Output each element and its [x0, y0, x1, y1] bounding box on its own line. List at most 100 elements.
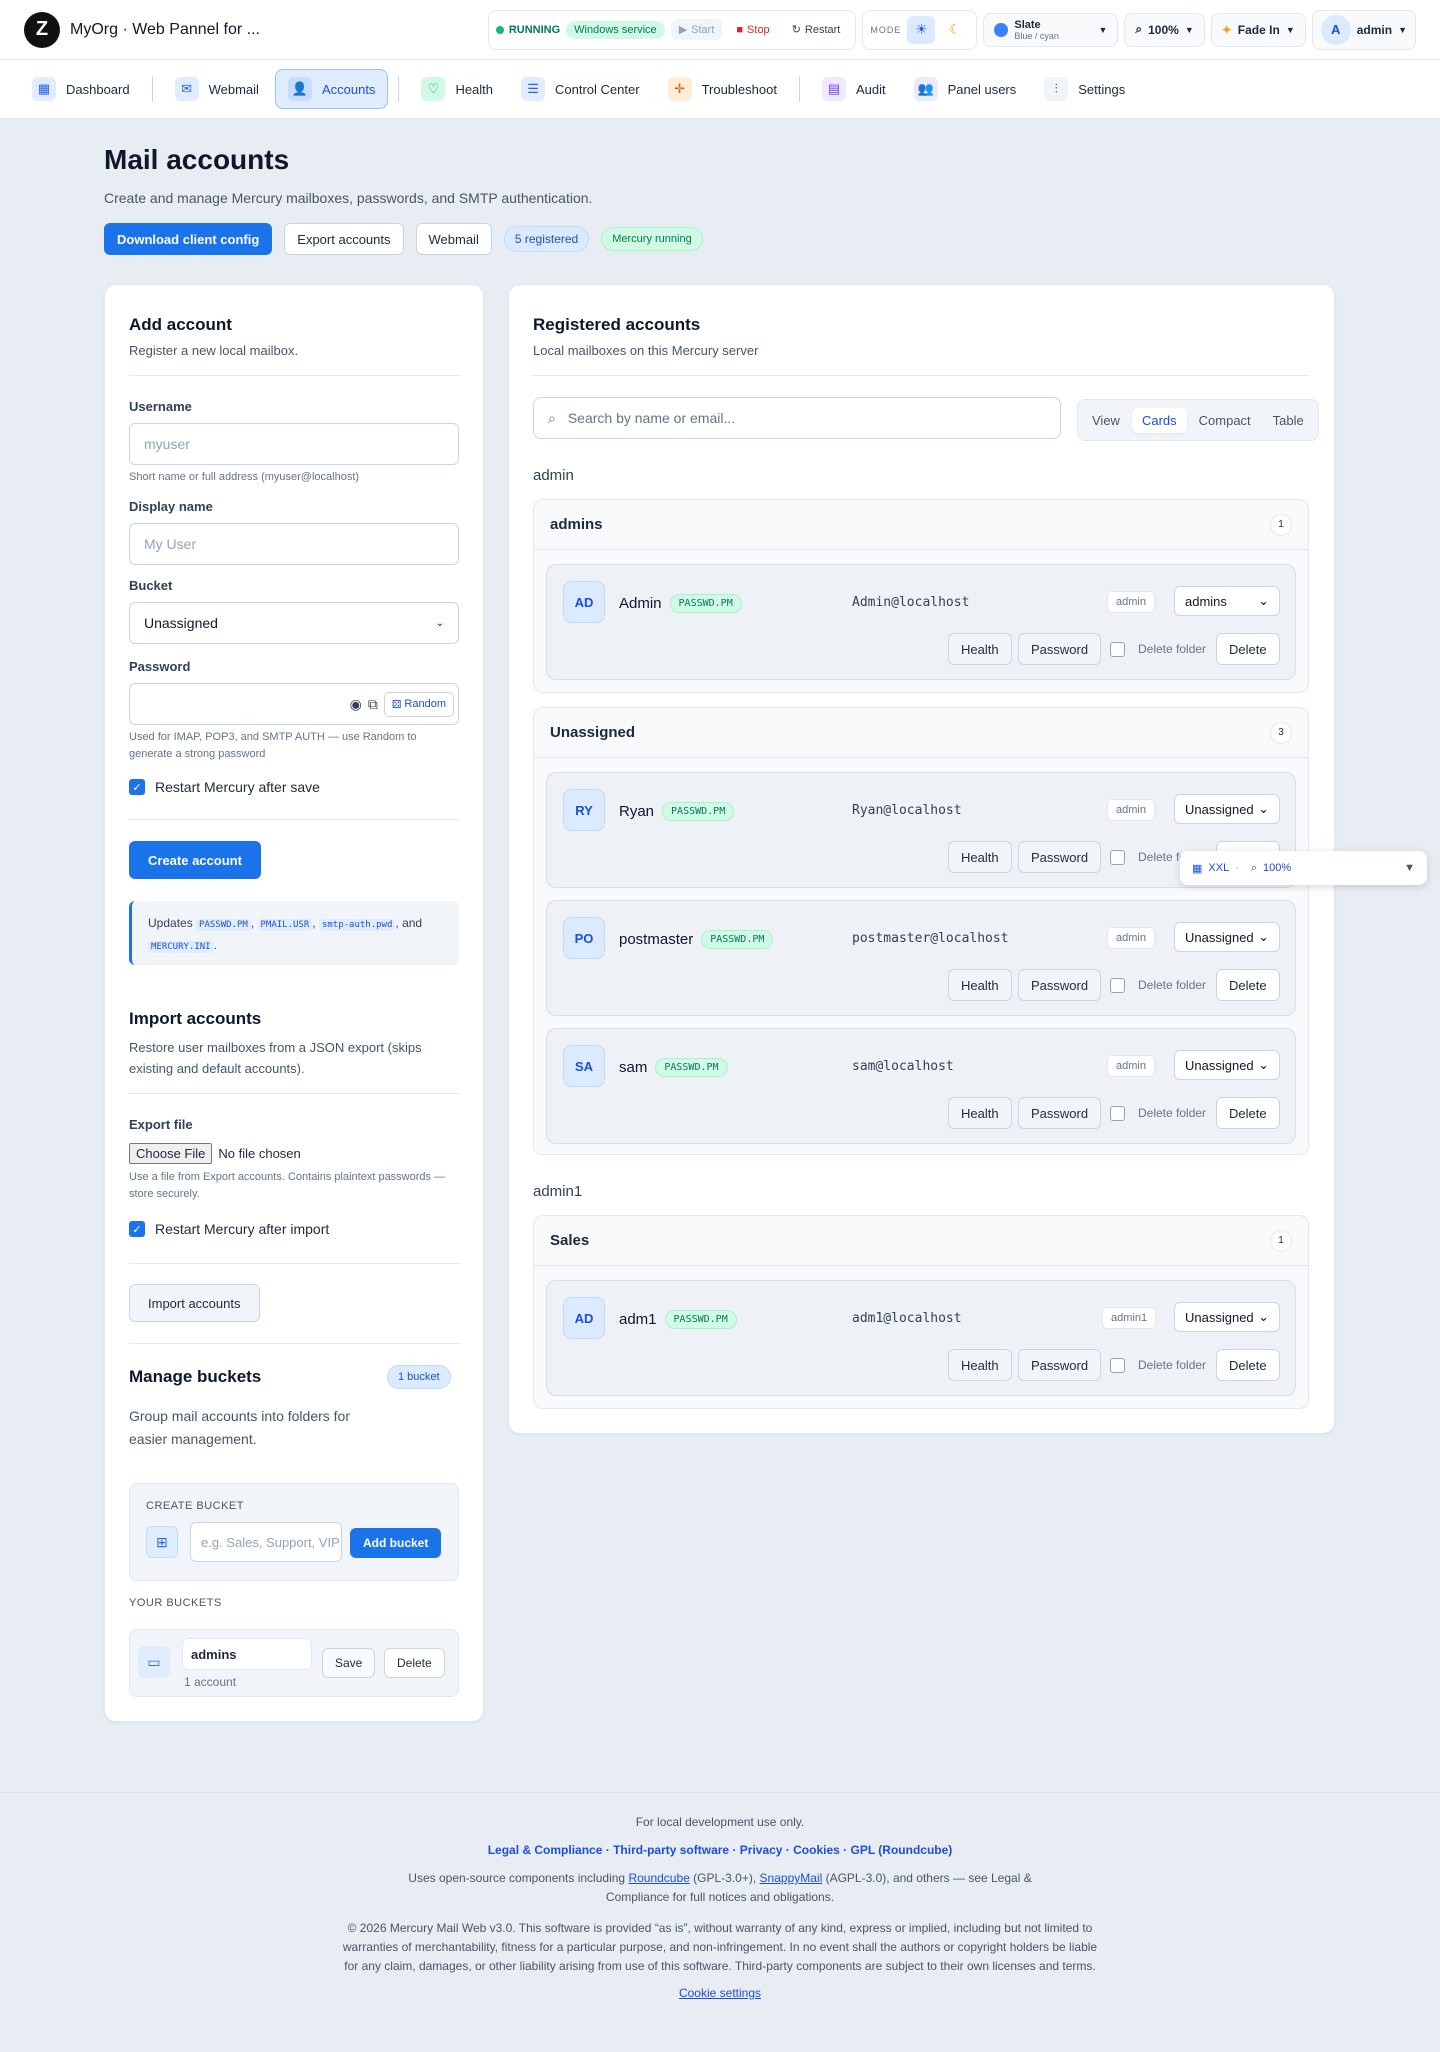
- footer-links: Legal & Compliance · Third-party softwar…: [487, 1843, 953, 1857]
- chevron-down-icon: ⌄: [1258, 1309, 1269, 1324]
- account-card: AD adm1 PASSWD.PM adm1@localhost admin1 U…: [546, 1280, 1296, 1396]
- roundcube-link[interactable]: Roundcube: [628, 1871, 689, 1885]
- account-bucket-select[interactable]: Unassigned ⌄: [1174, 922, 1280, 952]
- nav-health[interactable]: ♡ Health: [409, 69, 505, 109]
- bucket-group-header[interactable]: Unassigned 3: [534, 708, 1308, 758]
- sliders-icon: ⫶: [1044, 77, 1069, 101]
- delete-folder-checkbox[interactable]: [1110, 1358, 1125, 1373]
- random-password-button[interactable]: ⚄ Random: [383, 691, 454, 717]
- legal-link[interactable]: Legal & Compliance: [488, 1843, 603, 1857]
- nav-webmail[interactable]: ✉ Webmail: [163, 69, 271, 109]
- brand[interactable]: Z MyOrg · Web Pannel for ...: [24, 11, 260, 48]
- nav-control-center[interactable]: ☰ Control Center: [509, 69, 652, 109]
- password-button[interactable]: Password: [1018, 1349, 1102, 1381]
- page-actions: Download client config Export accounts W…: [104, 223, 703, 255]
- account-bucket-select[interactable]: Unassigned ⌄: [1174, 794, 1280, 824]
- account-name: postmaster PASSWD.PM: [619, 930, 774, 949]
- display-name-field[interactable]: My User: [129, 523, 459, 565]
- bucket-group-header[interactable]: Sales 1: [534, 1216, 1308, 1266]
- moon-icon[interactable]: ☾: [941, 16, 969, 44]
- account-bucket-select[interactable]: admins ⌄: [1174, 586, 1280, 616]
- nav-settings[interactable]: ⫶ Settings: [1032, 69, 1137, 109]
- cookies-link[interactable]: Cookies: [793, 1843, 840, 1857]
- delete-account-button[interactable]: Delete: [1216, 1349, 1280, 1381]
- password-button[interactable]: Password: [1018, 969, 1102, 1001]
- bucket-group-header[interactable]: admins 1: [534, 500, 1308, 550]
- chevron-down-icon: ▼: [1285, 24, 1295, 35]
- bucket-name-field[interactable]: admins: [182, 1638, 312, 1670]
- your-buckets-label: YOUR BUCKETS: [129, 1597, 222, 1609]
- health-button[interactable]: Health: [948, 633, 1012, 665]
- copy-icon[interactable]: ⧉: [368, 696, 378, 713]
- choose-file-button[interactable]: Choose File: [129, 1143, 213, 1164]
- nav-panel-users[interactable]: 👥 Panel users: [902, 69, 1029, 109]
- restart-after-import-checkbox[interactable]: ✓ Restart Mercury after import: [129, 1221, 329, 1237]
- animation-select[interactable]: ✦ Fade In ▼: [1210, 12, 1306, 47]
- health-button[interactable]: Health: [948, 1097, 1012, 1129]
- create-account-button[interactable]: Create account: [129, 841, 261, 879]
- footer: For local development use only. Legal & …: [0, 1792, 1440, 2052]
- view-cards-tab[interactable]: Cards: [1131, 407, 1187, 433]
- nav-audit[interactable]: ▤ Audit: [810, 69, 898, 109]
- bucket-select[interactable]: Unassigned ⌄: [129, 602, 459, 644]
- restart-button[interactable]: ↻ Restart: [784, 19, 849, 40]
- delete-folder-checkbox[interactable]: [1110, 642, 1125, 657]
- play-icon: ▶: [678, 24, 688, 36]
- delete-bucket-button[interactable]: Delete: [384, 1648, 445, 1678]
- eye-icon[interactable]: ◉: [350, 696, 362, 713]
- password-button[interactable]: Password: [1018, 1097, 1102, 1129]
- third-party-link[interactable]: Third-party software: [613, 1843, 729, 1857]
- zoom-select[interactable]: ⌕ 100% ▼: [1124, 12, 1205, 47]
- create-bucket-label: CREATE BUCKET: [146, 1500, 244, 1512]
- privacy-link[interactable]: Privacy: [740, 1843, 783, 1857]
- delete-folder-checkbox[interactable]: [1110, 850, 1125, 865]
- delete-account-button[interactable]: Delete: [1216, 969, 1280, 1001]
- cookie-settings-link[interactable]: Cookie settings: [679, 1986, 761, 2000]
- bucket-name-input[interactable]: e.g. Sales, Support, VIP: [190, 1522, 342, 1562]
- bucket-label: Bucket: [129, 578, 173, 593]
- account-email: sam@localhost: [852, 1059, 954, 1074]
- gpl-link[interactable]: GPL (Roundcube): [851, 1843, 953, 1857]
- account-bucket-select[interactable]: Unassigned ⌄: [1174, 1050, 1280, 1080]
- start-button[interactable]: ▶ Start: [670, 19, 723, 40]
- health-button[interactable]: Health: [948, 969, 1012, 1001]
- mode-switch: MODE ☀ ☾: [862, 9, 978, 50]
- delete-folder-checkbox[interactable]: [1110, 1106, 1125, 1121]
- restart-icon: ↻: [791, 24, 801, 36]
- account-owner-badge: admin: [1107, 927, 1155, 949]
- snappymail-link[interactable]: SnappyMail: [760, 1871, 823, 1885]
- account-bucket-select[interactable]: Unassigned ⌄: [1174, 1302, 1280, 1332]
- delete-folder-label: Delete folder: [1138, 978, 1207, 992]
- floating-zoom-widget[interactable]: ▦ XXL · ⌕ 100% ▼: [1180, 851, 1427, 885]
- username-field[interactable]: myuser: [129, 423, 459, 465]
- delete-account-button[interactable]: Delete: [1216, 633, 1280, 665]
- password-button[interactable]: Password: [1018, 633, 1102, 665]
- view-table-tab[interactable]: Table: [1263, 408, 1314, 433]
- download-config-button[interactable]: Download client config: [104, 223, 273, 255]
- save-bucket-button[interactable]: Save: [322, 1648, 376, 1678]
- add-bucket-button[interactable]: Add bucket: [350, 1528, 442, 1558]
- health-button[interactable]: Health: [948, 1349, 1012, 1381]
- nav-accounts[interactable]: 👤 Accounts: [274, 69, 389, 109]
- sun-icon[interactable]: ☀: [907, 15, 936, 44]
- export-accounts-button[interactable]: Export accounts: [284, 223, 404, 255]
- folder-icon: ▭: [138, 1646, 170, 1678]
- password-button[interactable]: Password: [1018, 841, 1102, 873]
- user-menu[interactable]: A admin ▼: [1311, 9, 1416, 50]
- theme-select[interactable]: Slate Blue / cyan ▼: [983, 12, 1119, 47]
- password-field[interactable]: ◉ ⧉ ⚄ Random: [129, 683, 459, 725]
- account-avatar: SA: [563, 1045, 605, 1087]
- passwd-tag: PASSWD.PM: [669, 594, 742, 613]
- restart-after-save-checkbox[interactable]: ✓ Restart Mercury after save: [129, 779, 320, 795]
- owner-heading: admin1: [533, 1183, 583, 1200]
- import-accounts-button[interactable]: Import accounts: [129, 1284, 260, 1322]
- stop-button[interactable]: ■ Stop: [728, 20, 777, 40]
- view-compact-tab[interactable]: Compact: [1189, 408, 1261, 433]
- account-search-input[interactable]: ⌕ Search by name or email...: [533, 397, 1061, 439]
- nav-troubleshoot[interactable]: ✛ Troubleshoot: [656, 69, 789, 109]
- health-button[interactable]: Health: [948, 841, 1012, 873]
- delete-folder-checkbox[interactable]: [1110, 978, 1125, 993]
- nav-dashboard[interactable]: ▦ Dashboard: [20, 69, 142, 109]
- delete-account-button[interactable]: Delete: [1216, 1097, 1280, 1129]
- webmail-button[interactable]: Webmail: [415, 223, 492, 255]
